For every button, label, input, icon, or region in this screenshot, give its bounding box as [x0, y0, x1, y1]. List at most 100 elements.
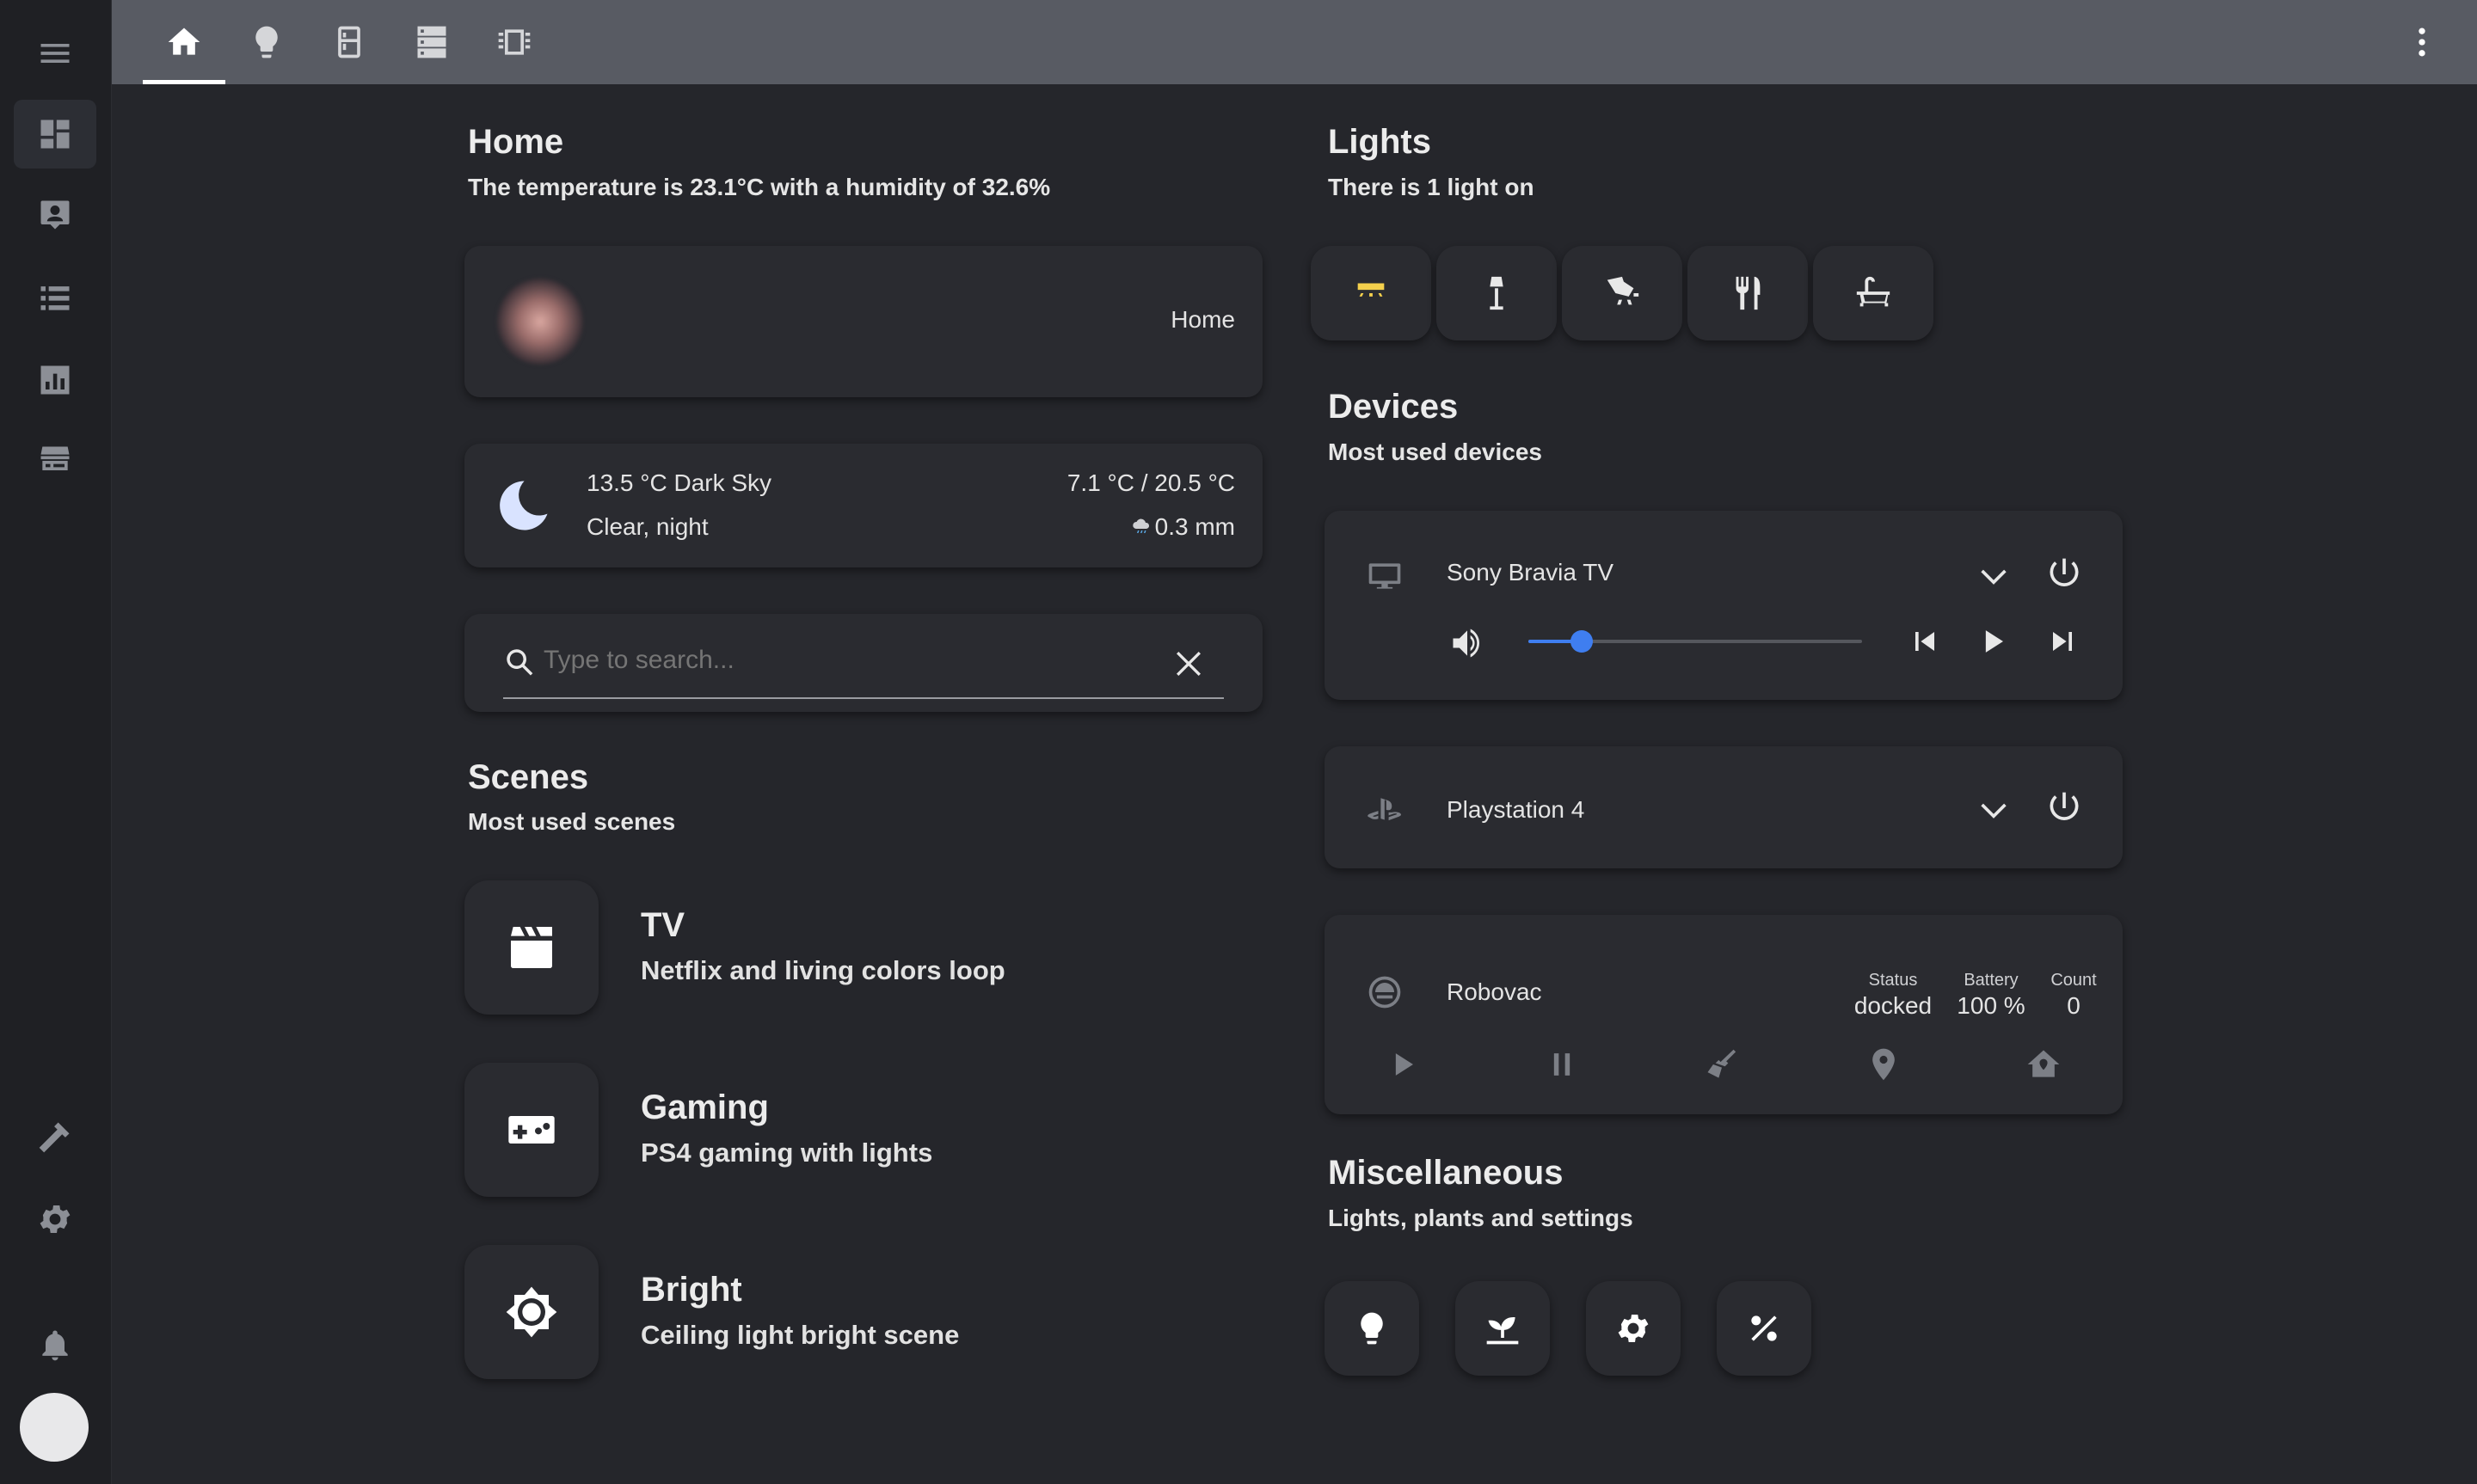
scene-tv-button[interactable]	[464, 880, 599, 1015]
lights-subtitle: There is 1 light on	[1328, 174, 1534, 200]
map-marker-icon	[1872, 1048, 1895, 1081]
volume-high-icon	[1453, 629, 1480, 658]
misc-lights-button[interactable]	[1325, 1281, 1419, 1376]
home-icon	[168, 28, 200, 55]
ps4-power-button[interactable]	[2042, 786, 2087, 831]
tv-expand-button[interactable]	[1973, 555, 2014, 597]
robovac-count-value: 0	[2067, 992, 2081, 1019]
light-bathroom-button[interactable]	[1813, 246, 1933, 340]
weather-temp-range: 7.1 °C / 20.5 °C	[1066, 469, 1235, 496]
sidebar-item-overview[interactable]	[14, 100, 96, 169]
list-icon	[40, 286, 70, 310]
playstation-icon	[1362, 788, 1407, 832]
weather-card[interactable]: 13.5 °C Dark Sky Clear, night 7.1 °C / 2…	[464, 444, 1263, 567]
person-card[interactable]: Home	[464, 246, 1263, 397]
misc-plants-button[interactable]	[1455, 1281, 1550, 1376]
clapperboard-icon	[511, 927, 552, 968]
hacs-icon	[40, 446, 70, 470]
robovac-spot-clean-button[interactable]	[1701, 1044, 1743, 1085]
sprout-icon	[1486, 1317, 1519, 1345]
gear-icon	[40, 1205, 71, 1233]
ps4-expand-button[interactable]	[1973, 789, 2014, 831]
broom-icon	[1707, 1049, 1736, 1078]
light-spotlight-button[interactable]	[1562, 246, 1682, 340]
search-icon	[507, 649, 533, 676]
home-subtitle: The temperature is 23.1°C with a humidit…	[468, 174, 1051, 200]
scene-bright-button[interactable]	[464, 1245, 599, 1379]
light-dining-button[interactable]	[1687, 246, 1808, 340]
tv-power-button[interactable]	[2042, 552, 2087, 597]
sidebar-item-people[interactable]	[14, 181, 96, 249]
dots-vertical-icon	[2419, 28, 2425, 57]
misc-percent-button[interactable]	[1717, 1281, 1811, 1376]
server-icon	[417, 26, 446, 58]
search-underline	[503, 697, 1224, 699]
volume-slider-handle[interactable]	[1570, 630, 1594, 653]
tv-previous-button[interactable]	[1904, 621, 1945, 662]
sidebar-item-history[interactable]	[14, 346, 96, 414]
overflow-menu-button[interactable]	[2401, 21, 2443, 63]
scene-gaming-title: Gaming	[641, 1088, 769, 1126]
tab-servers[interactable]	[390, 0, 473, 84]
play-icon	[1395, 1053, 1413, 1076]
tv-volume-slider[interactable]	[1528, 630, 1862, 653]
scene-gaming-button[interactable]	[464, 1063, 599, 1197]
sidebar-item-developer-tools[interactable]	[14, 1102, 96, 1171]
sidebar-item-settings[interactable]	[14, 1185, 96, 1254]
hammer-icon	[39, 1122, 70, 1153]
robovac-start-button[interactable]	[1383, 1044, 1424, 1085]
robovac-status-value: docked	[1853, 992, 1933, 1019]
scene-tv-description: Netflix and living colors loop	[641, 955, 1005, 985]
television-icon	[1362, 554, 1407, 598]
memory-icon	[498, 29, 531, 55]
search-input[interactable]	[544, 636, 1094, 684]
bell-icon	[42, 1330, 68, 1361]
tab-appliances[interactable]	[308, 0, 390, 84]
menu-icon	[40, 44, 70, 63]
ps4-name[interactable]: Playstation 4	[1447, 796, 1584, 824]
chevron-down-icon	[1981, 803, 2007, 819]
robovac-pause-button[interactable]	[1541, 1044, 1583, 1085]
devices-subtitle: Most used devices	[1328, 438, 1542, 465]
top-app-bar	[112, 0, 2477, 84]
scene-gaming-description: PS4 gaming with lights	[641, 1138, 933, 1168]
misc-settings-button[interactable]	[1586, 1281, 1681, 1376]
percent-icon	[1751, 1315, 1777, 1341]
person-state: Home	[1171, 306, 1235, 333]
tv-name[interactable]: Sony Bravia TV	[1447, 559, 1613, 586]
user-avatar[interactable]	[20, 1393, 89, 1462]
sidebar-item-notifications[interactable]	[14, 1310, 96, 1379]
tv-media-card	[1325, 511, 2123, 700]
robovac-return-home-button[interactable]	[2023, 1044, 2064, 1085]
robovac-locate-button[interactable]	[1863, 1044, 1904, 1085]
misc-subtitle: Lights, plants and settings	[1328, 1205, 1633, 1231]
sidebar	[0, 0, 112, 1484]
light-floor-lamp-button[interactable]	[1436, 246, 1557, 340]
menu-button[interactable]	[14, 19, 96, 88]
robovac-status-label: Status	[1868, 971, 1918, 990]
tv-play-button[interactable]	[1973, 621, 2014, 662]
sidebar-item-hacs[interactable]	[14, 426, 96, 495]
tab-home[interactable]	[143, 0, 225, 84]
clear-icon[interactable]	[1171, 647, 1206, 681]
sidebar-item-logbook[interactable]	[14, 263, 96, 332]
chevron-down-icon	[1981, 569, 2007, 585]
play-icon	[1985, 630, 2003, 653]
dashboard-icon	[40, 120, 70, 149]
bathtub-icon	[1856, 276, 1890, 307]
robovac-name[interactable]: Robovac	[1447, 978, 1542, 1006]
person-avatar	[497, 279, 583, 365]
tab-system[interactable]	[473, 0, 556, 84]
tv-next-button[interactable]	[2042, 621, 2083, 662]
tv-volume-button[interactable]	[1445, 621, 1490, 665]
home-title: Home	[468, 123, 564, 161]
light-ceiling-button[interactable]	[1311, 246, 1431, 340]
spotlight-icon	[1607, 276, 1639, 305]
brightness-icon	[506, 1286, 557, 1338]
misc-title: Miscellaneous	[1328, 1154, 1564, 1192]
tab-lights[interactable]	[225, 0, 308, 84]
weather-condition: Clear, night	[587, 513, 709, 540]
rain-icon	[1132, 518, 1149, 533]
scenes-subtitle: Most used scenes	[468, 808, 676, 835]
robot-vacuum-icon	[1362, 970, 1407, 1015]
